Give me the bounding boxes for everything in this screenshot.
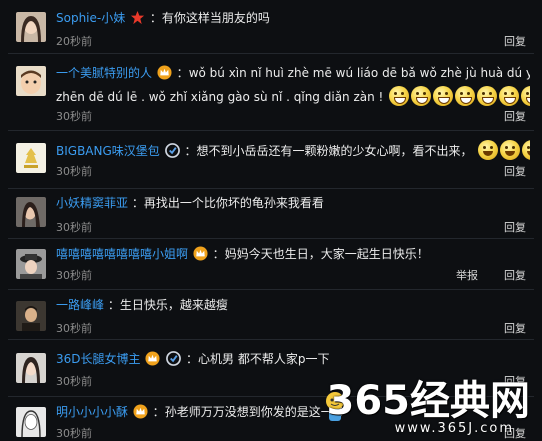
comment-time: 30秒前 [56, 322, 92, 335]
comment-item: 小妖精窦菲亚 ：再找出一个比你坏的龟孙来我看看 30秒前 回复 [0, 189, 542, 238]
grin-emoji-icon [387, 86, 530, 106]
comment-item: 一个美腻特别的人 ：wǒ bú xìn nǐ huì zhè mē wú liá… [0, 54, 542, 130]
comment-time: 30秒前 [56, 165, 92, 178]
site-watermark: 365经典网 www.365J.com [326, 379, 536, 437]
comment-item: 嘻嘻嘻嘻嘻嘻嘻嘻小姐啊 ：妈妈今天也生日，大家一起生日快乐！ 30秒前 举报 回复 [0, 239, 542, 289]
user-avatar[interactable] [16, 66, 46, 96]
comment-time: 30秒前 [56, 221, 92, 234]
username[interactable]: Sophie-小妹 [56, 11, 125, 25]
comment-item: Sophie-小妹 ：有你这样当朋友的吗 20秒前 回复 [0, 0, 542, 52]
talent-badge-icon [164, 143, 180, 158]
comment-time: 30秒前 [56, 269, 92, 282]
comment-text: 心机男 都不帮人家p一下 [198, 352, 330, 366]
talent-badge-icon [166, 351, 182, 366]
user-avatar[interactable] [16, 407, 46, 437]
user-avatar[interactable] [16, 301, 46, 331]
reply-button[interactable]: 回复 [504, 165, 526, 178]
report-button[interactable]: 举报 [456, 269, 478, 282]
watermark-title: 365经典网 [326, 378, 531, 424]
star-badge-icon [131, 10, 145, 25]
comment-time: 30秒前 [56, 375, 92, 388]
comment-text-cont: zhēn dē dú lē . wǒ zhǐ xiǎng gào sù nǐ .… [56, 90, 384, 104]
user-avatar[interactable] [16, 197, 46, 227]
user-avatar[interactable] [16, 143, 46, 173]
comment-time: 30秒前 [56, 110, 92, 123]
username[interactable]: 嘻嘻嘻嘻嘻嘻嘻嘻小姐啊 [56, 247, 188, 261]
comment-text: 有你这样当朋友的吗 [161, 11, 270, 25]
comment-time: 30秒前 [56, 427, 92, 440]
comment-text: 孙老师万万没想到你发的是这一条 [164, 405, 342, 419]
user-avatar[interactable] [16, 249, 46, 279]
username[interactable]: 明小小小小酥 [56, 405, 128, 419]
comment-text: 想不到小岳岳还有一颗粉嫩的少女心啊，看不出来， [196, 144, 473, 158]
reply-button[interactable]: 回复 [504, 322, 526, 335]
comment-text: 再找出一个比你坏的龟孙来我看看 [143, 196, 324, 210]
username[interactable]: BIGBANG味汉堡包 [56, 144, 160, 158]
smile-emoji-icon [476, 140, 530, 160]
comment-time: 20秒前 [56, 35, 92, 48]
reply-button[interactable]: 回复 [504, 35, 526, 48]
reply-button[interactable]: 回复 [504, 221, 526, 234]
user-avatar[interactable] [16, 353, 46, 383]
username[interactable]: 36D长腿女博主 [56, 352, 141, 366]
comment-text: 生日快乐，越来越瘦 [119, 298, 228, 312]
username[interactable]: 一个美腻特别的人 [56, 66, 152, 80]
user-avatar[interactable] [16, 12, 46, 42]
comment-text: wǒ bú xìn nǐ huì zhè mē wú liáo dē bǎ wǒ… [188, 66, 530, 80]
username[interactable]: 小妖精窦菲亚 [56, 196, 128, 210]
reply-button[interactable]: 回复 [504, 110, 526, 123]
comment-item: 一路峰峰 ：生日快乐，越来越瘦 30秒前 回复 [0, 290, 542, 339]
vip-crown-badge-icon [145, 351, 160, 366]
vip-crown-badge-icon [193, 246, 208, 261]
reply-button[interactable]: 回复 [504, 269, 526, 282]
vip-crown-badge-icon [157, 65, 172, 80]
comment-text: 妈妈今天也生日，大家一起生日快乐！ [224, 247, 429, 261]
vip-crown-badge-icon [133, 404, 148, 419]
username[interactable]: 一路峰峰 [56, 298, 104, 312]
watermark-url: www.365J.com [394, 421, 514, 436]
comment-item: BIGBANG味汉堡包 ：想不到小岳岳还有一颗粉嫩的少女心啊，看不出来， 30秒… [0, 131, 542, 188]
